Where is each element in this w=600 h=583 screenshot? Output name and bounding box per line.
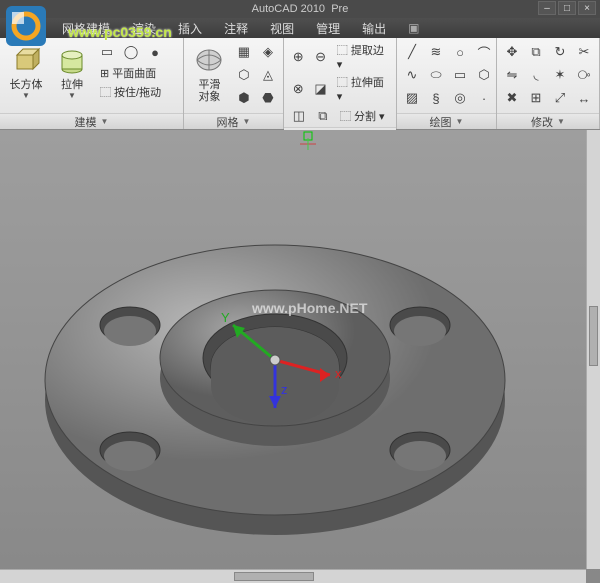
polyline-button[interactable]: ≋ — [425, 41, 447, 63]
point-button[interactable]: · — [473, 87, 495, 109]
panel-solid-editing: ⊕⊖⬚ 提取边 ▾ ⊗◪⬚ 拉伸面 ▾ ◫⧉⬚ 分割 ▾ 实体编辑▼ — [284, 38, 397, 129]
ucs-x-label: x — [335, 366, 342, 381]
chevron-down-icon: ▼ — [68, 91, 76, 100]
extrude-button[interactable]: 拉伸 ▼ — [50, 41, 94, 102]
intersect-button[interactable]: ⊗ — [288, 78, 308, 100]
ribbon: 长方体 ▼ 拉伸 ▼ ▭ ◯ ● ⊞ 平面曲面 ⬚ 按住/拖动 建模 ▼ — [0, 38, 600, 130]
menu-output[interactable]: 输出 — [352, 18, 396, 39]
rotate-button[interactable]: ↻ — [549, 41, 571, 63]
menu-manage[interactable]: 管理 — [306, 18, 350, 39]
stretch-button[interactable]: ↔ — [573, 87, 595, 109]
ucs-y-label: Y — [221, 310, 230, 325]
box-label: 长方体 — [10, 79, 43, 91]
imprint-button[interactable]: ◪ — [310, 78, 330, 100]
menu-view[interactable]: 视图 — [260, 18, 304, 39]
polygon-button[interactable]: ⬡ — [473, 64, 495, 86]
explode-button[interactable]: ✶ — [549, 64, 571, 86]
minimize-button[interactable]: – — [538, 1, 556, 15]
panel-label: 建模 — [75, 114, 97, 130]
chevron-down-icon: ▼ — [22, 91, 30, 100]
polysolid-button[interactable]: ▭ — [96, 41, 118, 63]
panel-label: 修改 — [531, 114, 553, 130]
erase-button[interactable]: ✖ — [501, 87, 523, 109]
helix-button[interactable]: § — [425, 87, 447, 109]
watermark-url-1: www.pc0359.cn — [68, 24, 172, 40]
mesh-refine-button[interactable]: ⬡ — [233, 64, 255, 86]
extrude-label: 拉伸 — [61, 79, 83, 91]
extrude-face-button[interactable]: ⬚ 拉伸面 ▾ — [333, 73, 392, 104]
scrollbar-thumb[interactable] — [589, 306, 598, 366]
ellipse-button[interactable]: ⬭ — [425, 64, 447, 86]
region-button[interactable]: ▨ — [401, 87, 423, 109]
viewport[interactable]: x Y z — [0, 130, 600, 583]
watermark-url-2: www.pHome.NET — [252, 300, 367, 316]
titlebar: AutoCAD 2010 Pre – □ × — [0, 0, 600, 18]
maximize-button[interactable]: □ — [558, 1, 576, 15]
menu-expand-icon[interactable]: ▣ — [398, 19, 429, 37]
drawing-canvas: x Y z — [0, 130, 600, 583]
chevron-down-icon[interactable]: ▼ — [242, 117, 250, 126]
shell-button[interactable]: ◫ — [288, 105, 310, 127]
planar-surface-button[interactable]: ⊞ 平面曲面 — [96, 64, 166, 82]
menu-annotate[interactable]: 注释 — [214, 18, 258, 39]
panel-modify: ✥⧉↻✂ ⇋◟✶⧂ ✖⊞⤢↔ 修改 ▼ — [497, 38, 600, 129]
scale-button[interactable]: ⤢ — [549, 87, 571, 109]
fillet-button[interactable]: ◟ — [525, 64, 547, 86]
mesh-box-button[interactable]: ▦ — [233, 41, 255, 63]
sphere-button[interactable]: ● — [144, 41, 166, 63]
panel-label: 绘图 — [430, 114, 452, 130]
menu-insert[interactable]: 插入 — [168, 18, 212, 39]
slice-button[interactable]: ⬚ 分割 ▾ — [336, 107, 389, 125]
smooth-object-button[interactable]: 平滑 对象 — [188, 41, 231, 105]
chevron-down-icon[interactable]: ▼ — [557, 117, 565, 126]
horizontal-scrollbar[interactable] — [0, 569, 586, 583]
mesh-a-button[interactable]: ⬢ — [233, 87, 255, 109]
smooth-label: 平滑 对象 — [198, 79, 220, 103]
mirror-button[interactable]: ⇋ — [501, 64, 523, 86]
arc-button[interactable]: ⌒ — [473, 41, 495, 63]
app-title-suffix: Pre — [331, 3, 348, 15]
app-title: AutoCAD 2010 — [252, 3, 325, 15]
chevron-down-icon[interactable]: ▼ — [456, 117, 464, 126]
ucs-z-label: z — [281, 382, 288, 397]
chevron-down-icon[interactable]: ▼ — [101, 117, 109, 126]
offset-button[interactable]: ⧂ — [573, 64, 595, 86]
separate-button[interactable]: ⧉ — [312, 105, 334, 127]
union-button[interactable]: ⊕ — [288, 46, 308, 68]
move-button[interactable]: ✥ — [501, 41, 523, 63]
line-button[interactable]: ╱ — [401, 41, 423, 63]
presspull-button[interactable]: ⬚ 按住/拖动 — [96, 83, 166, 101]
mesh-b-button[interactable]: ⬣ — [257, 87, 279, 109]
cylinder-button[interactable]: ◯ — [120, 41, 142, 63]
rect-button[interactable]: ▭ — [449, 64, 471, 86]
mesh-crease-button[interactable]: ◬ — [257, 64, 279, 86]
vertical-scrollbar[interactable] — [586, 130, 600, 569]
array-button[interactable]: ⊞ — [525, 87, 547, 109]
scrollbar-thumb[interactable] — [234, 572, 314, 581]
panel-label: 网格 — [216, 114, 238, 130]
mesh-smooth-button[interactable]: ◈ — [257, 41, 279, 63]
copy-button[interactable]: ⧉ — [525, 41, 547, 63]
circle-button[interactable]: ○ — [449, 41, 471, 63]
extract-edges-button[interactable]: ⬚ 提取边 ▾ — [333, 41, 392, 72]
trim-button[interactable]: ✂ — [573, 41, 595, 63]
panel-draw: ╱≋○⌒ ∿⬭▭⬡ ▨§◎· 绘图 ▼ — [397, 38, 497, 129]
donut-button[interactable]: ◎ — [449, 87, 471, 109]
subtract-button[interactable]: ⊖ — [310, 46, 330, 68]
close-button[interactable]: × — [578, 1, 596, 15]
spline-button[interactable]: ∿ — [401, 64, 423, 86]
panel-mesh: 平滑 对象 ▦◈ ⬡◬ ⬢⬣ 网格 ▼ — [184, 38, 284, 129]
logo-overlay — [2, 2, 50, 55]
